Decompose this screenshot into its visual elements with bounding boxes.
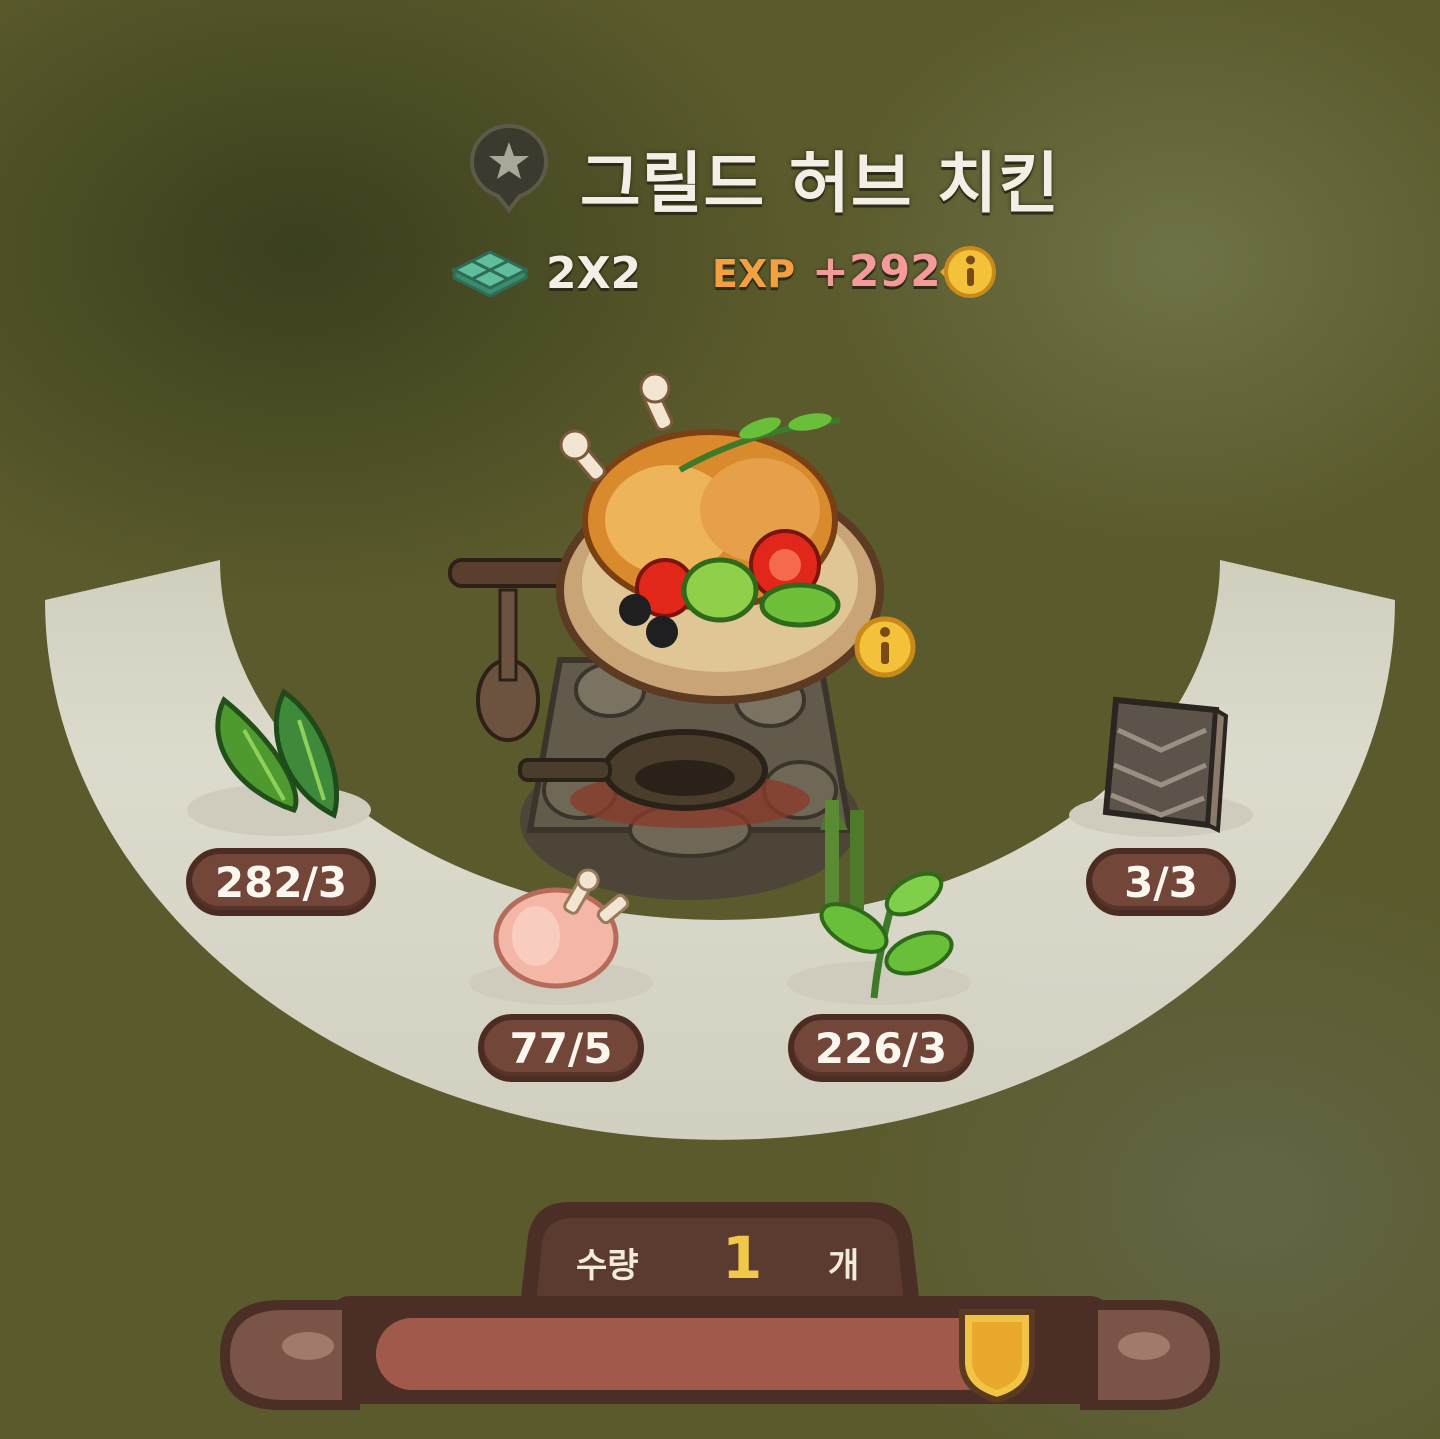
- tile-size-value: 2X2: [546, 248, 642, 299]
- exp-info-icon[interactable]: [934, 240, 998, 304]
- exp-value: +292: [812, 246, 941, 297]
- ingredient-count-spinach: 282/3: [186, 848, 376, 916]
- slider-fill: [376, 1318, 997, 1390]
- raw-chicken-icon: [469, 868, 653, 1005]
- recipe-title: 그릴드 허브 치킨: [580, 145, 1060, 222]
- spinach-icon: [187, 688, 371, 836]
- decrease-button[interactable]: [228, 1310, 348, 1402]
- favorite-star-icon[interactable]: [468, 122, 550, 214]
- slider-handle[interactable]: [954, 1304, 1040, 1404]
- tile-size-icon: [450, 250, 530, 298]
- ingredient-count-wooden-plank: 3/3: [1086, 848, 1236, 916]
- herb-icon: [787, 871, 971, 1005]
- wooden-plank-icon: [1069, 696, 1253, 837]
- quantity-value: 1: [722, 1224, 763, 1292]
- quantity-slider[interactable]: [376, 1309, 1035, 1404]
- quantity-label: 수량: [576, 1246, 639, 1286]
- crafting-screen: 그릴드 허브 치킨 2X2 EXP +292 282/3 77/5 226/3 …: [0, 0, 1440, 1439]
- quantity-unit: 개: [828, 1246, 860, 1286]
- exp-label: EXP: [712, 252, 796, 296]
- increase-button[interactable]: [1094, 1310, 1214, 1402]
- dish-info-icon[interactable]: [852, 614, 918, 680]
- increase-arrow-icon: [1118, 1332, 1170, 1360]
- ingredient-count-herb: 226/3: [788, 1014, 974, 1082]
- ingredient-count-raw-chicken: 77/5: [478, 1014, 644, 1082]
- decrease-arrow-icon: [282, 1332, 334, 1360]
- recipe-header: 그릴드 허브 치킨: [468, 122, 1059, 222]
